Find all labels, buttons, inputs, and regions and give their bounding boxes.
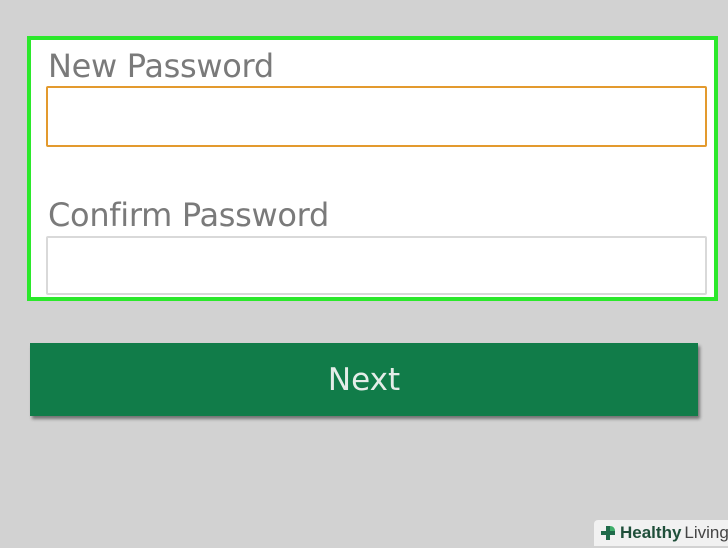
watermark-brand-bold: Healthy <box>620 523 682 542</box>
new-password-label: New Password <box>48 47 274 85</box>
plus-leaf-icon <box>598 523 618 543</box>
healthy-living-watermark: Healthy Living <box>594 520 728 546</box>
password-form-panel: New Password Confirm Password <box>27 36 718 301</box>
new-password-input[interactable] <box>46 86 707 147</box>
watermark-brand-light: Living <box>684 523 728 542</box>
next-button[interactable]: Next <box>30 343 698 416</box>
confirm-password-input[interactable] <box>46 236 707 295</box>
confirm-password-label: Confirm Password <box>48 196 329 234</box>
